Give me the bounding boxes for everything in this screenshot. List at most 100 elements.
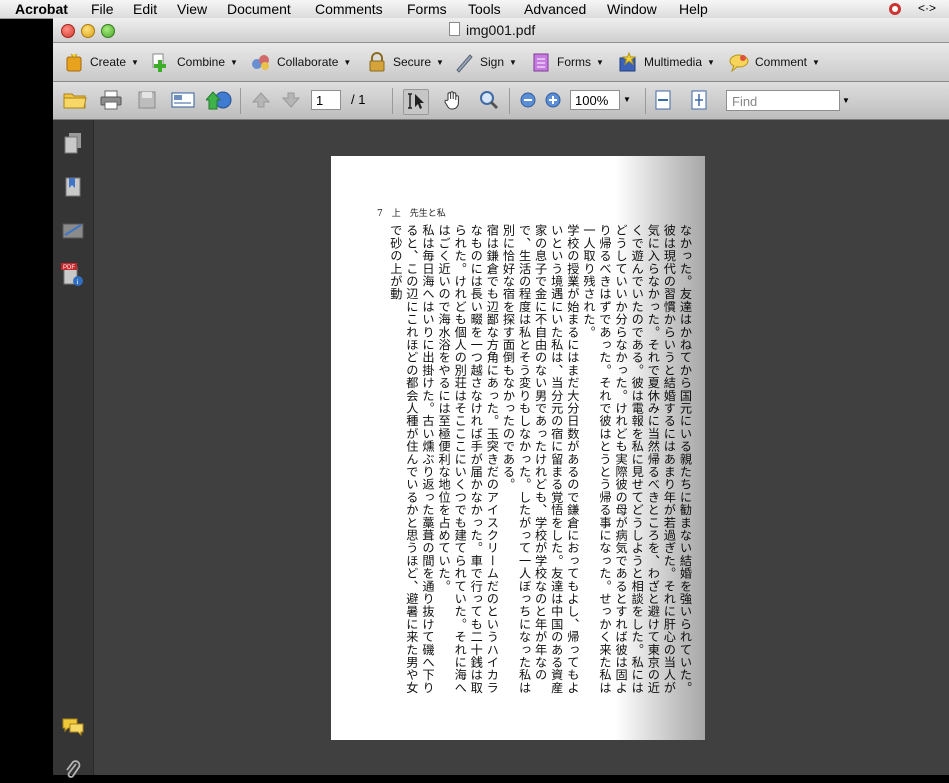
secure-button[interactable]: Secure ▼ — [366, 50, 444, 74]
window-title-text: img001.pdf — [466, 22, 536, 38]
svg-text:i: i — [77, 278, 79, 286]
zoom-window-button[interactable] — [101, 24, 115, 38]
close-window-button[interactable] — [61, 24, 75, 38]
status-app-icon[interactable] — [888, 2, 902, 19]
menu-help[interactable]: Help — [679, 1, 708, 17]
view-toolbar: 1 / 1 100% ▼ Find ▼ — [53, 82, 949, 120]
menu-file[interactable]: File — [91, 1, 114, 17]
speech-bubbles-icon — [61, 717, 85, 740]
fit-page-button[interactable] — [687, 89, 711, 113]
scrolling-mode-button[interactable] — [651, 89, 675, 113]
acrobat-window: img001.pdf Create ▼ Combine ▼ Collaborate ▼… — [53, 18, 949, 778]
pdf-page[interactable]: 7 上 先生と私 なかった。友達はかねてから国元にいる親たちに勧まない結婚を強い… — [331, 156, 705, 740]
create-label: Create — [90, 55, 127, 69]
zoom-level-input[interactable]: 100% — [570, 90, 620, 110]
chevron-down-icon: ▼ — [131, 57, 139, 67]
minus-circle-icon — [520, 92, 536, 111]
paperclip-icon — [64, 758, 82, 783]
pages-panel-button[interactable] — [61, 132, 85, 156]
paragraph: 私は毎日海へはいりに出掛けた。古い燻ぶり返った藁葺の間を通り抜けて磯へ下りると、… — [388, 224, 435, 694]
find-dropdown-chevron-icon[interactable]: ▼ — [840, 90, 852, 111]
combine-button[interactable]: Combine ▼ — [150, 50, 238, 74]
menu-comments[interactable]: Comments — [315, 1, 383, 17]
window-title: img001.pdf — [449, 22, 535, 38]
menu-view[interactable]: View — [177, 1, 207, 17]
bookmark-icon — [64, 176, 82, 201]
create-button[interactable]: Create ▼ — [63, 50, 139, 74]
toolbar-separator — [392, 88, 393, 114]
chevron-down-icon: ▼ — [230, 57, 238, 67]
menu-tools[interactable]: Tools — [468, 1, 501, 17]
menu-edit[interactable]: Edit — [133, 1, 157, 17]
title-bar: img001.pdf — [53, 18, 949, 43]
multimedia-icon — [617, 51, 639, 73]
toolbar-separator — [645, 88, 646, 114]
document-viewer[interactable]: 7 上 先生と私 なかった。友達はかねてから国元にいる親たちに勧まない結婚を強い… — [94, 120, 949, 775]
toolbar-separator — [509, 88, 510, 114]
print-button[interactable] — [99, 89, 123, 113]
multimedia-label: Multimedia — [644, 55, 703, 69]
paragraph: 学校の授業が始まるにはまだ大分日数があるので鎌倉におってもよし、帰ってもよいとい… — [500, 224, 580, 694]
magnifier-icon — [479, 90, 499, 113]
plus-circle-icon — [545, 92, 561, 111]
zoom-dropdown-chevron-icon[interactable]: ▼ — [621, 90, 633, 110]
menu-app-acrobat[interactable]: Acrobat — [15, 1, 68, 17]
chevron-down-icon: ▼ — [812, 57, 820, 67]
signature-icon — [62, 221, 84, 244]
signatures-panel-button[interactable] — [61, 220, 85, 244]
hand-tool-button[interactable] — [441, 89, 465, 113]
comments-panel-button[interactable] — [61, 716, 85, 740]
previous-page-button[interactable] — [249, 89, 273, 113]
comment-icon — [728, 51, 750, 73]
email-button[interactable] — [171, 89, 195, 113]
collaborate-label: Collaborate — [277, 55, 339, 69]
status-menu-symbol[interactable]: <·> — [918, 1, 936, 15]
globe-arrow-icon — [204, 89, 232, 114]
minimize-window-button[interactable] — [81, 24, 95, 38]
comment-button[interactable]: Comment ▼ — [728, 50, 820, 74]
page-total-label: / 1 — [351, 92, 366, 107]
forms-button[interactable]: Forms ▼ — [530, 50, 604, 74]
pages-icon — [64, 132, 82, 157]
tasks-toolbar: Create ▼ Combine ▼ Collaborate ▼ Secure ▼ Si… — [53, 43, 949, 82]
multimedia-button[interactable]: Multimedia ▼ — [617, 50, 715, 74]
collaborate-button[interactable]: Collaborate ▼ — [250, 50, 351, 74]
folder-icon — [63, 90, 87, 113]
next-page-button[interactable] — [279, 89, 303, 113]
menu-forms[interactable]: Forms — [407, 1, 447, 17]
text-cursor-arrow-icon — [406, 92, 426, 113]
page-number-input[interactable]: 1 — [311, 90, 341, 110]
web-upload-button[interactable] — [204, 89, 232, 114]
forms-label: Forms — [557, 55, 591, 69]
pen-icon — [453, 51, 475, 73]
document-file-icon — [449, 22, 460, 36]
sign-button[interactable]: Sign ▼ — [453, 50, 517, 74]
paragraph: 宿は鎌倉でも辺鄙な方角にあった。玉突きだのアイスクリームだのというハイカラなもの… — [436, 224, 499, 694]
scan-shadow — [615, 156, 705, 740]
menu-window[interactable]: Window — [607, 1, 657, 17]
marquee-zoom-button[interactable] — [477, 89, 501, 113]
menu-document[interactable]: Document — [227, 1, 291, 17]
zoom-out-button[interactable] — [516, 89, 540, 113]
open-button[interactable] — [63, 89, 87, 113]
attachments-info-panel-button[interactable]: PDF i — [61, 262, 85, 288]
fit-page-icon — [690, 90, 708, 113]
save-button[interactable] — [135, 89, 159, 113]
chevron-down-icon: ▼ — [343, 57, 352, 67]
find-input[interactable]: Find — [726, 90, 840, 111]
chevron-down-icon: ▼ — [509, 57, 517, 67]
navigation-pane: PDF i — [53, 120, 94, 778]
secure-label: Secure — [393, 55, 432, 69]
create-icon — [63, 51, 85, 73]
attachments-panel-button[interactable] — [61, 758, 85, 782]
sign-label: Sign — [480, 55, 505, 69]
hand-icon — [443, 90, 463, 113]
forms-icon — [530, 51, 552, 73]
zoom-in-button[interactable] — [541, 89, 565, 113]
bookmarks-panel-button[interactable] — [61, 176, 85, 200]
select-tool-button[interactable] — [403, 89, 429, 115]
chevron-down-icon: ▼ — [596, 57, 604, 67]
menu-bar: Acrobat File Edit View Document Comments… — [0, 0, 949, 19]
menu-advanced[interactable]: Advanced — [524, 1, 586, 17]
envelope-icon — [171, 91, 195, 112]
